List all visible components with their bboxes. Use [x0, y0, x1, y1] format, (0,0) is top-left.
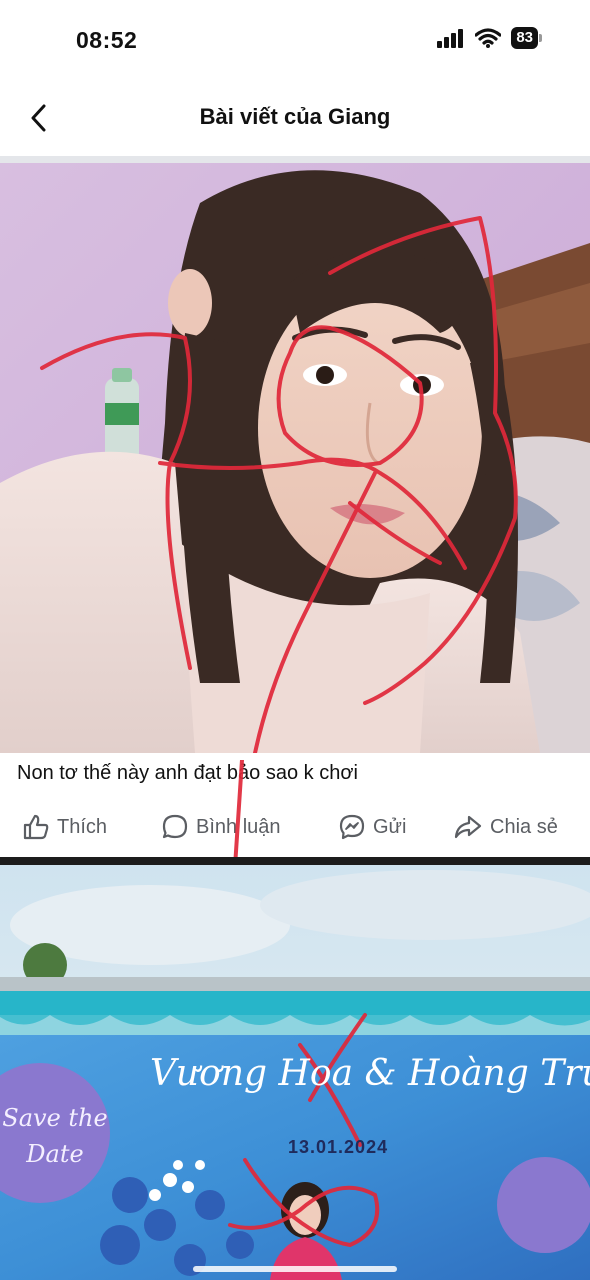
post-divider: [0, 857, 590, 865]
status-icons: 83: [437, 27, 542, 49]
banner-names: Vương Hoa & Hoàng Trường: [150, 1053, 590, 1094]
save-the-date-badge: Save the Date: [2, 1104, 108, 1168]
status-bar: 08:52 83: [0, 0, 590, 80]
post-photo-2[interactable]: Vương Hoa & Hoàng Trường 13.01.2024 Save…: [0, 865, 590, 1280]
banner-date: 13.01.2024: [288, 1137, 389, 1157]
nav-bar: Bài viết của Giang: [0, 88, 590, 148]
battery-level: 83: [511, 27, 538, 49]
selfie-photo: [0, 163, 590, 753]
page-title: Bài viết của Giang: [199, 104, 391, 129]
wifi-icon: [475, 28, 502, 48]
top-divider: [0, 156, 590, 163]
battery-icon: 83: [511, 27, 542, 49]
home-indicator[interactable]: [193, 1266, 397, 1272]
battery-tip: [539, 34, 542, 42]
post-photo[interactable]: [0, 163, 590, 753]
signal-icon: [437, 29, 464, 48]
status-time: 08:52: [76, 27, 138, 53]
